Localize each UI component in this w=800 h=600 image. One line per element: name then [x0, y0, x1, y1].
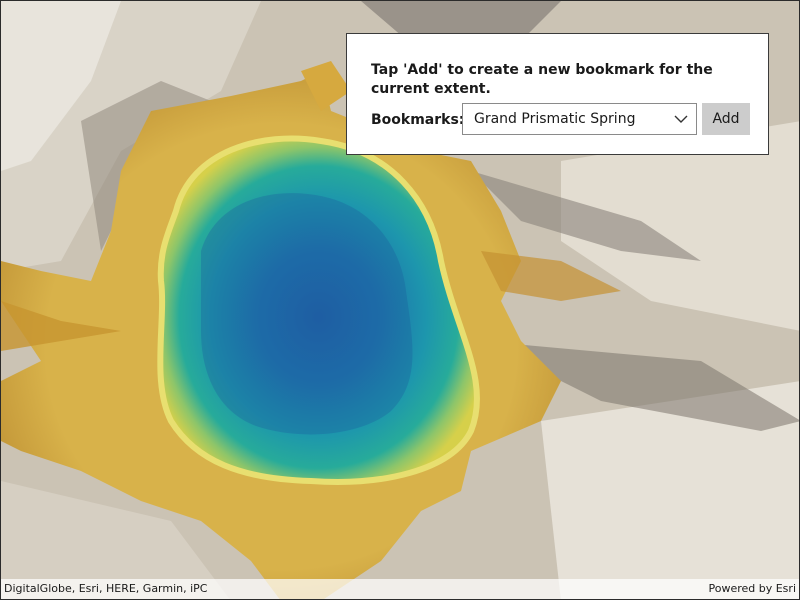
attribution-bar: DigitalGlobe, Esri, HERE, Garmin, iPC Po… — [1, 579, 799, 599]
selected-bookmark: Grand Prismatic Spring — [474, 111, 636, 127]
powered-by-esri[interactable]: Powered by Esri — [708, 582, 796, 595]
bookmarks-dropdown[interactable]: Grand Prismatic Spring — [462, 103, 697, 135]
instructions-text: Tap 'Add' to create a new bookmark for t… — [371, 62, 713, 97]
add-bookmark-button[interactable]: Add — [702, 103, 750, 135]
app-window: Tap 'Add' to create a new bookmark for t… — [0, 0, 800, 600]
chevron-down-icon — [674, 115, 688, 123]
bookmarks-panel: Tap 'Add' to create a new bookmark for t… — [346, 33, 769, 155]
bookmarks-label: Bookmarks: — [371, 112, 465, 128]
attribution-text: DigitalGlobe, Esri, HERE, Garmin, iPC — [4, 582, 208, 595]
